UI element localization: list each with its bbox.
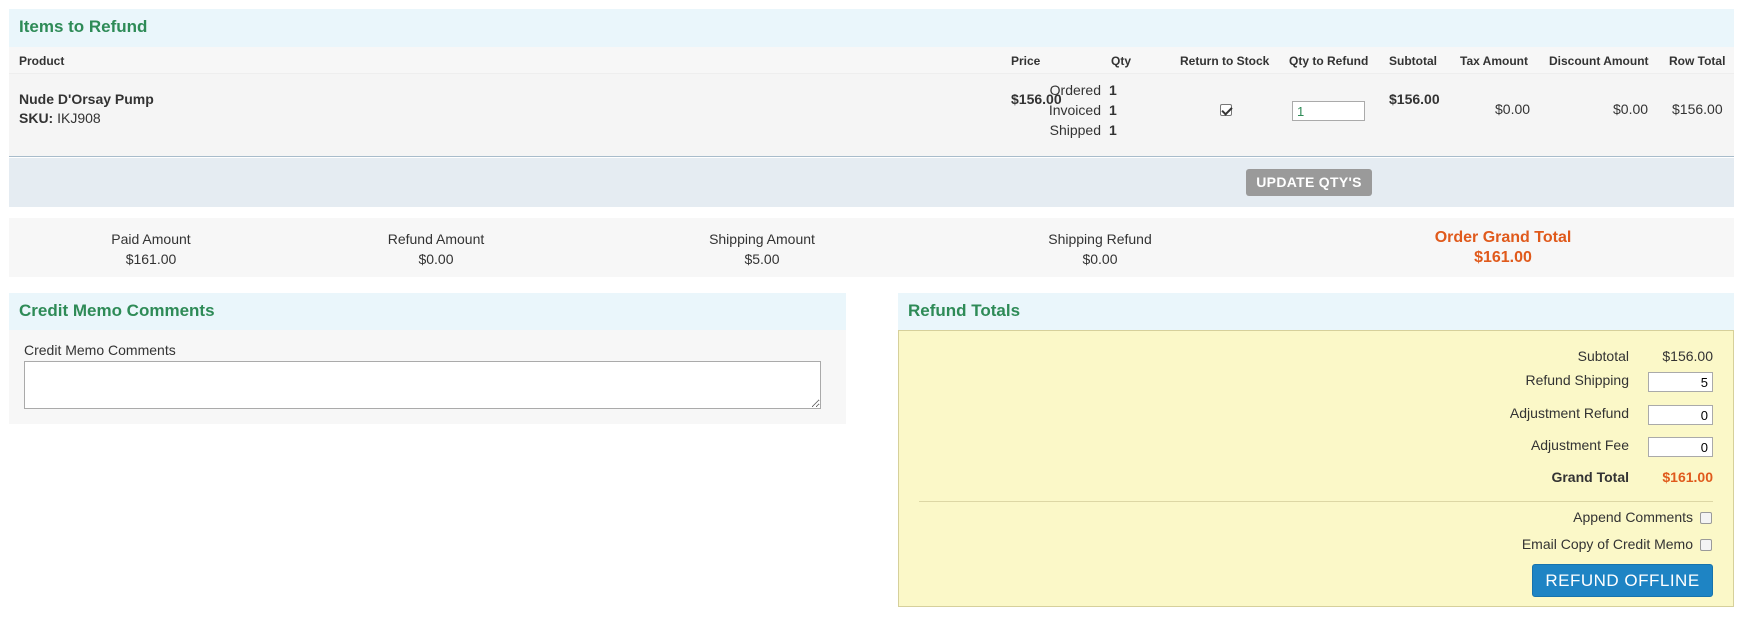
credit-memo-comments-textarea[interactable]: [24, 361, 821, 409]
shipping-refund-label: Shipping Refund: [1048, 231, 1152, 247]
refund-totals-header: Refund Totals: [898, 293, 1734, 330]
shipping-refund: Shipping Refund $0.00: [1020, 229, 1180, 269]
email-copy-checkbox[interactable]: [1700, 539, 1712, 551]
refund-totals-panel: Refund Totals Subtotal $156.00 Refund Sh…: [898, 293, 1734, 607]
items-to-refund-header: Items to Refund: [9, 9, 1734, 47]
paid-amount-value: $161.00: [125, 251, 177, 267]
refund-shipping-label: Refund Shipping: [1525, 372, 1629, 388]
paid-amount: Paid Amount $161.00: [71, 229, 231, 269]
refund-totals-divider: [919, 501, 1713, 502]
order-totals-summary: Paid Amount $161.00 Refund Amount $0.00 …: [9, 218, 1734, 277]
order-grand-total-value: $161.00: [1474, 249, 1532, 266]
column-header-tax-amount: Tax Amount: [1460, 54, 1528, 68]
return-to-stock-checkbox[interactable]: [1220, 104, 1232, 116]
credit-memo-comments-title: Credit Memo Comments: [19, 301, 215, 320]
adjustment-refund-input[interactable]: [1648, 405, 1713, 425]
subtotal-label: Subtotal: [1577, 348, 1629, 364]
refund-totals-title: Refund Totals: [908, 301, 1021, 320]
item-tax-amount: $0.00: [1495, 101, 1531, 117]
sku-label: SKU:: [19, 110, 54, 126]
append-comments-label: Append Comments: [1573, 509, 1693, 525]
refund-amount-value: $0.00: [418, 251, 454, 267]
email-copy-label: Email Copy of Credit Memo: [1521, 536, 1693, 552]
adjustment-fee-label: Adjustment Fee: [1530, 437, 1629, 453]
refund-amount-label: Refund Amount: [387, 231, 485, 247]
items-to-refund-panel: Items to Refund Product Price Qty Return…: [9, 9, 1734, 207]
qty-invoiced-label: Invoiced: [1048, 102, 1101, 118]
subtotal-value: $156.00: [1662, 348, 1713, 364]
qty-to-refund-input[interactable]: [1292, 101, 1365, 121]
items-table-header: Product Price Qty Return to Stock Qty to…: [9, 47, 1734, 74]
refund-amount: Refund Amount $0.00: [356, 229, 516, 269]
adjustment-fee-input[interactable]: [1648, 437, 1713, 457]
column-header-price: Price: [1011, 54, 1041, 68]
shipping-amount: Shipping Amount $5.00: [682, 229, 842, 269]
shipping-amount-value: $5.00: [744, 251, 780, 267]
refund-offline-button[interactable]: REFUND OFFLINE: [1532, 564, 1713, 597]
column-header-row-total: Row Total: [1669, 54, 1726, 68]
credit-memo-comments-label: Credit Memo Comments: [24, 342, 176, 358]
product-name: Nude D'Orsay Pump: [19, 91, 154, 107]
column-header-qty: Qty: [1111, 54, 1132, 68]
product-sku: SKU: IKJ908: [19, 110, 101, 126]
column-header-return-to-stock: Return to Stock: [1180, 54, 1270, 68]
credit-memo-comments-panel: Credit Memo Comments Credit Memo Comment…: [9, 293, 846, 424]
grand-total-value: $161.00: [1662, 469, 1713, 485]
column-header-product: Product: [19, 54, 65, 68]
order-grand-total: Order Grand Total $161.00: [1393, 228, 1613, 268]
sku-value: IKJ908: [57, 110, 101, 126]
refund-totals-body: Subtotal $156.00 Refund Shipping Adjustm…: [898, 330, 1734, 607]
qty-invoiced-value: 1: [1109, 102, 1117, 118]
table-row: Nude D'Orsay Pump SKU: IKJ908 $156.00 Or…: [9, 74, 1734, 157]
refund-shipping-input[interactable]: [1648, 372, 1713, 392]
shipping-refund-value: $0.00: [1082, 251, 1118, 267]
shipping-amount-label: Shipping Amount: [709, 231, 815, 247]
column-header-discount-amount: Discount Amount: [1549, 54, 1649, 68]
items-table: Product Price Qty Return to Stock Qty to…: [9, 47, 1734, 157]
paid-amount-label: Paid Amount: [111, 231, 191, 247]
item-subtotal: $156.00: [1389, 91, 1440, 107]
qty-ordered: Ordered 1: [1041, 82, 1117, 98]
column-header-subtotal: Subtotal: [1389, 54, 1437, 68]
order-grand-total-label: Order Grand Total: [1434, 229, 1572, 246]
item-row-total: $156.00: [1672, 101, 1723, 117]
column-header-qty-to-refund: Qty to Refund: [1289, 54, 1369, 68]
qty-ordered-value: 1: [1109, 82, 1117, 98]
update-qtys-button[interactable]: UPDATE QTY'S: [1246, 169, 1372, 196]
items-to-refund-title: Items to Refund: [19, 17, 148, 36]
item-discount-amount: $0.00: [1613, 101, 1649, 117]
adjustment-refund-label: Adjustment Refund: [1509, 405, 1629, 421]
credit-memo-comments-header: Credit Memo Comments: [9, 293, 846, 330]
qty-shipped: Shipped 1: [1041, 122, 1117, 138]
qty-ordered-label: Ordered: [1049, 82, 1101, 98]
grand-total-label: Grand Total: [1551, 469, 1629, 485]
update-qty-bar: UPDATE QTY'S: [9, 158, 1734, 207]
qty-invoiced: Invoiced 1: [1041, 102, 1117, 118]
append-comments-checkbox[interactable]: [1700, 512, 1712, 524]
qty-shipped-label: Shipped: [1049, 122, 1101, 138]
qty-shipped-value: 1: [1109, 122, 1117, 138]
